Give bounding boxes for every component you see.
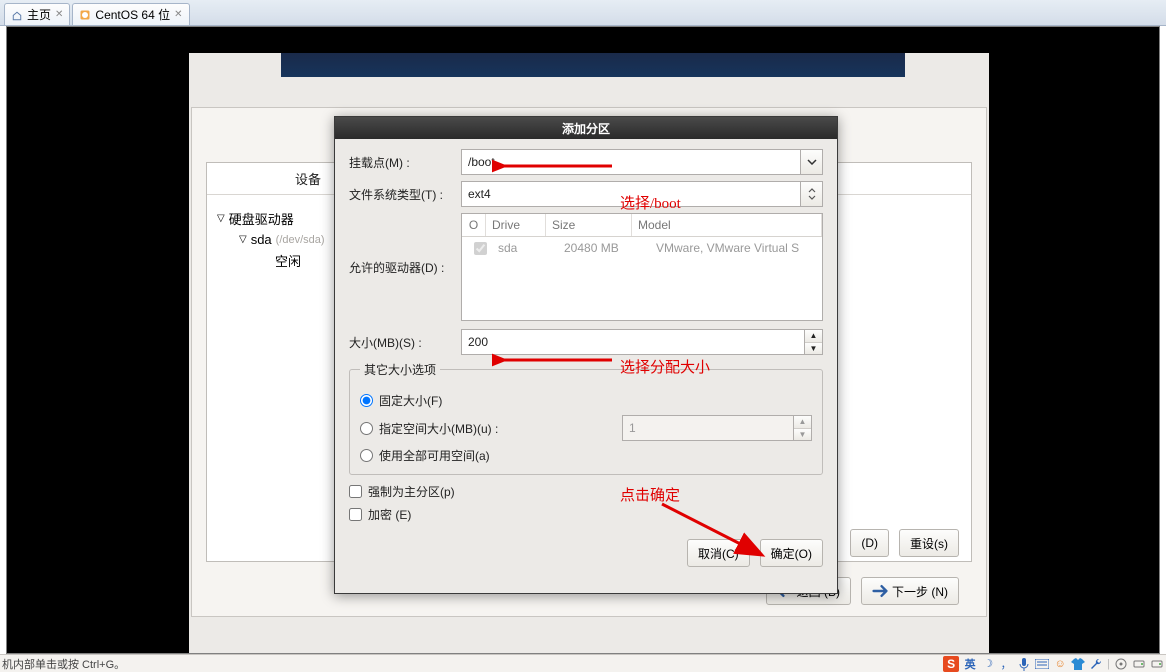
caret-down-icon: ▽ bbox=[217, 213, 225, 224]
cancel-button[interactable]: 取消(C) bbox=[687, 539, 750, 567]
updown-icon[interactable] bbox=[800, 182, 822, 206]
tab-vm-label: CentOS 64 位 bbox=[95, 6, 170, 23]
comma-icon[interactable]: ， bbox=[999, 657, 1013, 671]
mount-point-combo[interactable]: /boot bbox=[461, 149, 823, 175]
check-encrypt-input[interactable] bbox=[349, 508, 362, 521]
panel-button-row: (D) 重设(s) bbox=[850, 529, 959, 557]
reset-button[interactable]: 重设(s) bbox=[899, 529, 959, 557]
drive-row-size: 20480 MB bbox=[564, 241, 650, 255]
fs-label: 文件系统类型(T) : bbox=[349, 186, 461, 203]
drive-row-model: VMware, VMware Virtual S bbox=[656, 241, 816, 255]
system-tray: S 英 ☽ ， ☺ | bbox=[943, 656, 1164, 672]
dialog-title: 添加分区 bbox=[335, 117, 837, 139]
mic-icon[interactable] bbox=[1017, 657, 1031, 671]
drive-row-name: sda bbox=[498, 241, 558, 255]
drive-table-row[interactable]: sda 20480 MB VMware, VMware Virtual S bbox=[462, 237, 822, 259]
tree-free-label: 空闲 bbox=[275, 251, 301, 270]
disk-tray-icon[interactable] bbox=[1114, 657, 1128, 671]
arrow-right-icon bbox=[872, 584, 888, 598]
caret-down-icon: ▽ bbox=[239, 234, 247, 245]
upto-size-value: 1 bbox=[629, 421, 636, 435]
tree-root-label: 硬盘驱动器 bbox=[229, 209, 294, 228]
device-tree: ▽ 硬盘驱动器 ▽ sda (/dev/sda) 空闲 bbox=[217, 207, 325, 272]
tab-vm[interactable]: CentOS 64 位 ✕ bbox=[72, 3, 189, 25]
radio-fixed-size[interactable]: 固定大小(F) bbox=[360, 392, 812, 409]
sogou-ime-icon[interactable]: S bbox=[943, 656, 959, 672]
radio-upto-input[interactable] bbox=[360, 422, 373, 435]
spinner-arrows[interactable]: ▲▼ bbox=[804, 330, 822, 354]
size-label: 大小(MB)(S) : bbox=[349, 334, 461, 351]
smiley-icon[interactable]: ☺ bbox=[1053, 657, 1067, 671]
size-options-group: 其它大小选项 固定大小(F) 指定空间大小(MB)(u) : 1 ▲▼ bbox=[349, 361, 823, 475]
tree-disk-dev: (/dev/sda) bbox=[276, 234, 325, 246]
radio-fill-space[interactable]: 使用全部可用空间(a) bbox=[360, 447, 812, 464]
drive-col-drive: Drive bbox=[486, 214, 546, 236]
next-button[interactable]: 下一步 (N) bbox=[861, 577, 959, 605]
chevron-down-icon[interactable] bbox=[800, 150, 822, 174]
tab-home[interactable]: 主页 ✕ bbox=[4, 3, 70, 25]
radio-upto-size[interactable]: 指定空间大小(MB)(u) : bbox=[360, 420, 498, 437]
linux-icon bbox=[79, 9, 91, 21]
upto-size-spinner: 1 ▲▼ bbox=[622, 415, 812, 441]
radio-fixed-input[interactable] bbox=[360, 394, 373, 407]
home-icon bbox=[11, 10, 23, 20]
vm-tabbar: 主页 ✕ CentOS 64 位 ✕ bbox=[0, 0, 1166, 26]
size-options-legend: 其它大小选项 bbox=[360, 361, 440, 378]
hdd-tray-icon-2[interactable] bbox=[1150, 657, 1164, 671]
close-icon[interactable]: ✕ bbox=[174, 9, 182, 20]
shirt-icon[interactable] bbox=[1071, 657, 1085, 671]
ok-button[interactable]: 确定(O) bbox=[760, 539, 823, 567]
filesystem-combo[interactable]: ext4 bbox=[461, 181, 823, 207]
status-bar: 机内部单击或按 Ctrl+G。 S 英 ☽ ， ☺ | bbox=[0, 654, 1166, 672]
check-primary-input[interactable] bbox=[349, 485, 362, 498]
check-force-primary[interactable]: 强制为主分区(p) bbox=[349, 483, 823, 500]
drive-row-checkbox bbox=[474, 242, 487, 255]
delete-button[interactable]: (D) bbox=[850, 529, 889, 557]
status-hint: 机内部单击或按 Ctrl+G。 bbox=[2, 656, 125, 672]
dialog-button-row: 取消(C) 确定(O) bbox=[335, 539, 837, 577]
close-icon[interactable]: ✕ bbox=[55, 9, 63, 20]
ime-lang[interactable]: 英 bbox=[963, 657, 977, 671]
drive-col-size: Size bbox=[546, 214, 632, 236]
mount-label: 挂载点(M) : bbox=[349, 154, 461, 171]
moon-icon[interactable]: ☽ bbox=[981, 657, 995, 671]
drive-table-header: O Drive Size Model bbox=[462, 214, 822, 237]
check-encrypt[interactable]: 加密 (E) bbox=[349, 506, 823, 523]
wrench-icon[interactable] bbox=[1089, 657, 1103, 671]
filesystem-value: ext4 bbox=[468, 187, 491, 201]
radio-fill-input[interactable] bbox=[360, 449, 373, 462]
allowed-drives-table[interactable]: O Drive Size Model sda 20480 MB VMware, … bbox=[461, 213, 823, 321]
drives-label: 允许的驱动器(D) : bbox=[349, 259, 461, 276]
tree-disk[interactable]: ▽ sda (/dev/sda) bbox=[239, 230, 325, 249]
tree-disk-label: sda bbox=[251, 232, 272, 247]
size-spinner[interactable]: 200 ▲▼ bbox=[461, 329, 823, 355]
mount-point-value: /boot bbox=[468, 155, 495, 169]
drive-col-check: O bbox=[462, 214, 486, 236]
keyboard-icon[interactable] bbox=[1035, 657, 1049, 671]
tab-home-label: 主页 bbox=[27, 6, 51, 23]
installer-topbar bbox=[281, 53, 905, 77]
hdd-tray-icon[interactable] bbox=[1132, 657, 1146, 671]
tree-free[interactable]: 空闲 bbox=[261, 249, 325, 272]
tree-root[interactable]: ▽ 硬盘驱动器 bbox=[217, 207, 325, 230]
size-value: 200 bbox=[468, 335, 488, 349]
drive-col-model: Model bbox=[632, 214, 822, 236]
add-partition-dialog: 添加分区 挂载点(M) : /boot 文件系统类型(T) : ext4 bbox=[334, 116, 838, 594]
